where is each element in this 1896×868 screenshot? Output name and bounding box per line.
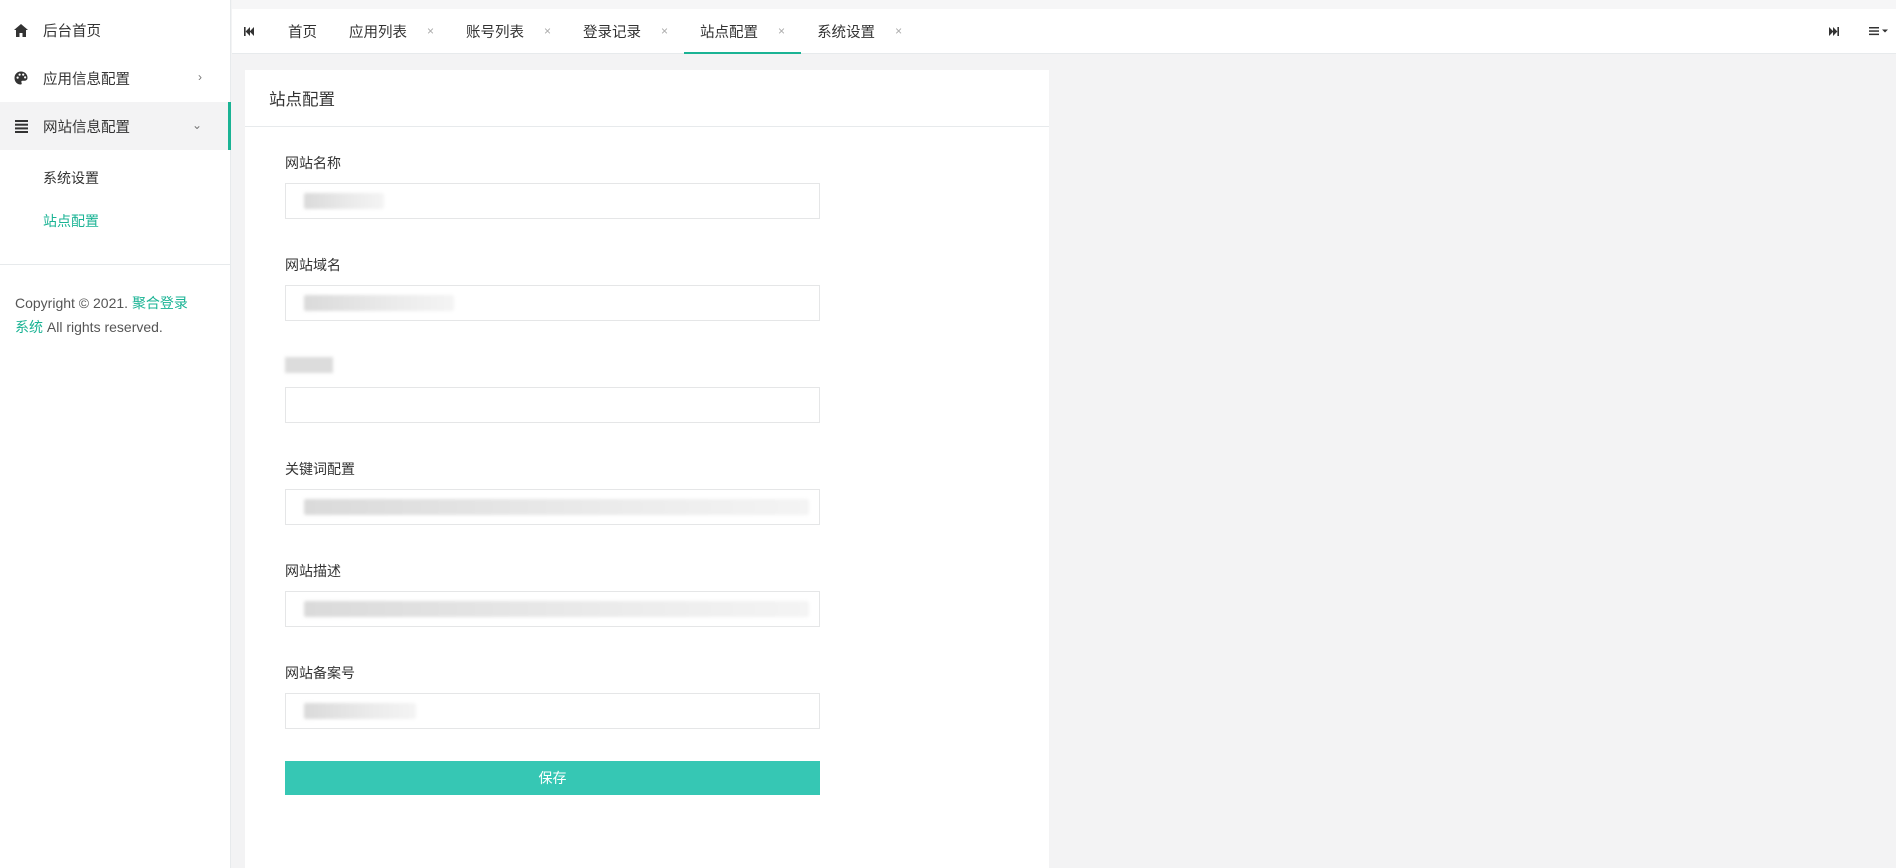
field-site-description: 网站描述 bbox=[285, 561, 1049, 627]
redacted-label bbox=[285, 357, 333, 373]
tab-app-list[interactable]: 应用列表 × bbox=[333, 9, 450, 53]
tab-site-config[interactable]: 站点配置 × bbox=[684, 9, 802, 54]
field-redacted bbox=[285, 357, 1049, 423]
tab-label: 首页 bbox=[288, 24, 317, 41]
list-icon bbox=[14, 119, 28, 133]
home-icon bbox=[14, 23, 28, 37]
tab-system-settings[interactable]: 系统设置 × bbox=[801, 9, 918, 53]
field-label: 网站备案号 bbox=[285, 665, 355, 681]
sidebar-submenu: 系统设置 站点配置 bbox=[0, 150, 230, 265]
field-label: 关键词配置 bbox=[285, 461, 355, 477]
tabs: 首页 应用列表 × 账号列表 × 登录记录 × 站点配置 × 系统设置 × bbox=[272, 9, 918, 54]
field-label: 网站描述 bbox=[285, 563, 341, 579]
close-icon[interactable]: × bbox=[895, 24, 902, 38]
sidebar-item-home[interactable]: 后台首页 bbox=[0, 6, 230, 54]
skip-forward-icon bbox=[1829, 26, 1839, 36]
chevron-down-icon: ⌄ bbox=[191, 118, 202, 132]
redacted-input[interactable] bbox=[285, 387, 820, 423]
sidebar: 后台首页 应用信息配置 › 网站信息配置 ⌄ 系统设置 站点配置 Copyrig… bbox=[0, 0, 231, 868]
close-icon[interactable]: × bbox=[544, 24, 551, 38]
redacted-value bbox=[304, 601, 809, 617]
tab-label: 系统设置 bbox=[817, 24, 876, 41]
skip-back-icon bbox=[244, 26, 254, 36]
redacted-value bbox=[304, 295, 454, 311]
tab-scroll-left-button[interactable] bbox=[234, 9, 264, 53]
sidebar-item-label: 网站信息配置 bbox=[43, 119, 130, 136]
close-icon[interactable]: × bbox=[427, 24, 434, 38]
field-site-domain: 网站域名 bbox=[285, 255, 1049, 321]
tab-label: 账号列表 bbox=[466, 24, 525, 41]
site-name-input[interactable] bbox=[285, 183, 820, 219]
redacted-value bbox=[304, 193, 384, 209]
keywords-input[interactable] bbox=[285, 489, 820, 525]
field-label: 网站域名 bbox=[285, 257, 341, 273]
tab-label: 站点配置 bbox=[700, 24, 759, 41]
sidebar-item-site-config[interactable]: 网站信息配置 ⌄ bbox=[0, 102, 231, 150]
field-label: 网站名称 bbox=[285, 155, 341, 171]
field-keywords: 关键词配置 bbox=[285, 459, 1049, 525]
copyright: Copyright © 2021. 聚合登录系统 All rights rese… bbox=[0, 265, 210, 339]
sidebar-item-label: 后台首页 bbox=[43, 23, 101, 40]
sidebar-subitem-system-settings[interactable]: 系统设置 bbox=[0, 156, 230, 199]
tab-menu-button[interactable] bbox=[1862, 9, 1896, 53]
tab-label: 应用列表 bbox=[349, 24, 407, 41]
close-icon[interactable]: × bbox=[661, 24, 668, 38]
palette-icon bbox=[14, 71, 28, 85]
site-config-form: 网站名称 网站域名 关键词配置 网站描述 网站备案号 保存 bbox=[245, 127, 1049, 795]
redacted-value bbox=[304, 703, 416, 719]
close-icon[interactable]: × bbox=[778, 24, 785, 38]
menu-dropdown-icon bbox=[1869, 27, 1888, 36]
site-config-panel: 站点配置 网站名称 网站域名 关键词配置 网站描述 网站备案号 保存 bbox=[245, 70, 1049, 868]
sidebar-item-app-config[interactable]: 应用信息配置 › bbox=[0, 54, 230, 102]
tab-home[interactable]: 首页 bbox=[272, 9, 333, 53]
tab-scroll-right-button[interactable] bbox=[1819, 9, 1849, 53]
field-site-name: 网站名称 bbox=[285, 153, 1049, 219]
copyright-suffix: All rights reserved. bbox=[46, 319, 163, 335]
tab-login-records[interactable]: 登录记录 × bbox=[567, 9, 684, 53]
sidebar-subitem-site-config[interactable]: 站点配置 bbox=[0, 199, 230, 242]
field-icp-number: 网站备案号 bbox=[285, 663, 1049, 729]
page-title: 站点配置 bbox=[245, 70, 1049, 127]
icp-number-input[interactable] bbox=[285, 693, 820, 729]
tab-account-list[interactable]: 账号列表 × bbox=[450, 9, 567, 53]
site-description-input[interactable] bbox=[285, 591, 820, 627]
tab-bar: 首页 应用列表 × 账号列表 × 登录记录 × 站点配置 × 系统设置 × bbox=[232, 0, 1896, 54]
chevron-right-icon: › bbox=[198, 70, 202, 84]
redacted-value bbox=[304, 499, 809, 515]
copyright-prefix: Copyright © 2021. bbox=[15, 295, 129, 311]
save-button[interactable]: 保存 bbox=[285, 761, 820, 795]
sidebar-item-label: 应用信息配置 bbox=[43, 71, 130, 88]
site-domain-input[interactable] bbox=[285, 285, 820, 321]
tab-label: 登录记录 bbox=[583, 24, 642, 41]
